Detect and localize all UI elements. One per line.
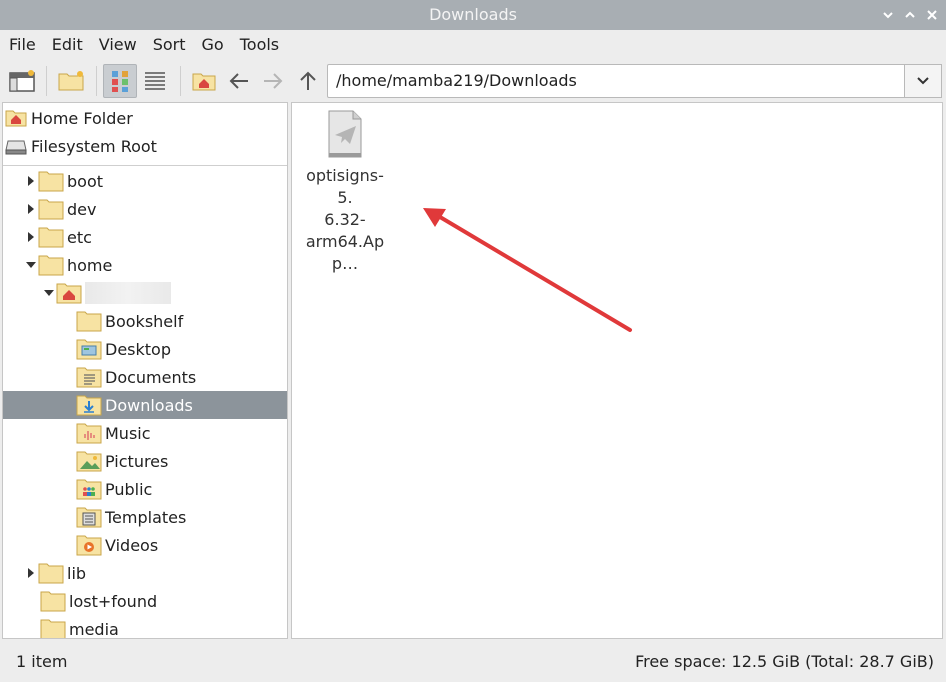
minimize-button[interactable] <box>877 0 899 30</box>
tree-item-videos[interactable]: Videos <box>3 531 287 559</box>
pictures-folder-icon <box>76 451 102 472</box>
home-folder-icon <box>56 283 82 304</box>
expand-arrow-icon[interactable] <box>24 202 38 216</box>
window-title: Downloads <box>429 5 517 24</box>
place-filesystem-root[interactable]: Filesystem Root <box>3 132 287 160</box>
close-icon <box>927 10 937 20</box>
arrow-up-icon <box>300 71 316 90</box>
documents-folder-icon <box>76 367 102 388</box>
tree-item-lost-found[interactable]: lost+found <box>3 587 287 615</box>
folder-icon <box>76 311 102 332</box>
folder-icon <box>38 227 64 248</box>
free-space: Free space: 12.5 GiB (Total: 28.7 GiB) <box>635 652 934 671</box>
expand-arrow-icon[interactable] <box>24 230 38 244</box>
tree-item-home[interactable]: home <box>3 251 287 279</box>
arrow-left-icon <box>229 73 248 89</box>
menu-go[interactable]: Go <box>194 30 232 60</box>
collapse-arrow-icon[interactable] <box>24 258 38 272</box>
menu-sort[interactable]: Sort <box>145 30 194 60</box>
folder-icon <box>38 563 64 584</box>
tree-item-etc[interactable]: etc <box>3 223 287 251</box>
list-view-icon <box>145 72 165 90</box>
file-name: optisigns-5. 6.32- arm64.App… <box>305 166 385 273</box>
file-view[interactable]: optisigns-5. 6.32- arm64.App… <box>291 102 943 639</box>
close-button[interactable] <box>921 0 943 30</box>
place-home-folder[interactable]: Home Folder <box>3 104 287 132</box>
menu-file[interactable]: File <box>1 30 44 60</box>
menu-edit[interactable]: Edit <box>44 30 91 60</box>
expand-arrow-icon[interactable] <box>24 566 38 580</box>
arrow-right-icon <box>264 73 283 89</box>
folder-icon <box>38 255 64 276</box>
videos-folder-icon <box>76 535 102 556</box>
path-history-dropdown[interactable] <box>905 64 942 98</box>
menu-tools[interactable]: Tools <box>232 30 287 60</box>
tree-item-pictures[interactable]: Pictures <box>3 447 287 475</box>
appimage-file-icon <box>328 110 362 158</box>
music-folder-icon <box>76 423 102 444</box>
place-label: Filesystem Root <box>31 136 157 156</box>
sidebar: Home Folder Filesystem Root boot dev etc… <box>2 102 288 639</box>
folder-icon <box>38 171 64 192</box>
tree-item-bookshelf[interactable]: Bookshelf <box>3 307 287 335</box>
templates-folder-icon <box>76 507 102 528</box>
new-window-button[interactable] <box>5 64 39 98</box>
chevron-down-icon <box>917 77 929 85</box>
list-view-button[interactable] <box>138 64 172 98</box>
tree-item-music[interactable]: Music <box>3 419 287 447</box>
tree-item-boot[interactable]: boot <box>3 167 287 195</box>
folder-icon <box>40 619 66 638</box>
drive-icon <box>5 140 27 155</box>
home-button[interactable] <box>187 64 221 98</box>
menu-view[interactable]: View <box>91 30 145 60</box>
tree-item-media[interactable]: media <box>3 615 287 638</box>
new-folder-button[interactable] <box>54 64 88 98</box>
new-folder-icon <box>58 71 84 91</box>
folder-icon <box>38 199 64 220</box>
tree-item-user-home[interactable] <box>3 279 287 307</box>
public-folder-icon <box>76 479 102 500</box>
back-button[interactable] <box>222 64 256 98</box>
places-divider <box>3 165 287 166</box>
up-button[interactable] <box>291 64 325 98</box>
file-item[interactable]: optisigns-5. 6.32- arm64.App… <box>300 109 390 275</box>
tree-item-dev[interactable]: dev <box>3 195 287 223</box>
tree-item-downloads[interactable]: Downloads <box>3 391 287 419</box>
chevron-up-icon <box>905 11 915 18</box>
tree-item-documents[interactable]: Documents <box>3 363 287 391</box>
redacted-username <box>85 282 171 304</box>
item-count: 1 item <box>16 652 68 671</box>
expand-arrow-icon[interactable] <box>24 174 38 188</box>
new-window-icon <box>9 70 35 92</box>
place-label: Home Folder <box>31 108 133 128</box>
tree-item-desktop[interactable]: Desktop <box>3 335 287 363</box>
home-folder-icon <box>192 73 216 91</box>
chevron-down-icon <box>883 12 893 19</box>
maximize-button[interactable] <box>899 0 921 30</box>
path-input[interactable]: /home/mamba219/Downloads <box>327 64 905 98</box>
status-bar: 1 item Free space: 12.5 GiB (Total: 28.7… <box>0 642 946 682</box>
icon-view-icon <box>112 71 128 92</box>
icon-view-button[interactable] <box>103 64 137 98</box>
forward-button[interactable] <box>256 64 290 98</box>
tree-item-public[interactable]: Public <box>3 475 287 503</box>
menu-bar: File Edit View Sort Go Tools <box>0 30 946 60</box>
desktop-folder-icon <box>76 339 102 360</box>
tree-item-lib[interactable]: lib <box>3 559 287 587</box>
collapse-arrow-icon[interactable] <box>42 286 56 300</box>
tree-item-templates[interactable]: Templates <box>3 503 287 531</box>
downloads-folder-icon <box>76 395 102 416</box>
window-titlebar[interactable]: Downloads <box>0 0 946 30</box>
folder-icon <box>40 591 66 612</box>
home-icon <box>5 110 27 127</box>
